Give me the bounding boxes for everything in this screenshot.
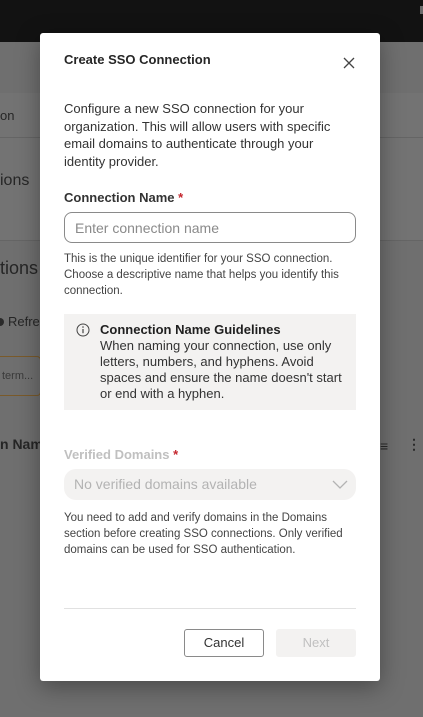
next-button[interactable]: Next <box>276 629 356 657</box>
connection-name-input[interactable] <box>64 212 356 243</box>
footer-divider <box>64 608 356 609</box>
bg-section-title: ions <box>0 172 30 189</box>
verified-domains-help: You need to add and verify domains in th… <box>64 512 343 556</box>
connection-name-label: Connection Name * <box>64 190 183 205</box>
chevron-down-icon <box>332 480 348 489</box>
dialog-title: Create SSO Connection <box>64 52 211 67</box>
dialog-description: Configure a new SSO connection for your … <box>64 101 331 169</box>
connection-name-help: This is the unique identifier for your S… <box>64 253 339 297</box>
bg-heading: tions <box>0 258 39 278</box>
connection-name-label-text: Connection Name <box>64 190 175 205</box>
create-sso-dialog: Create SSO Connection Configure a new SS… <box>40 33 380 681</box>
guidelines-body: When naming your connection, use only le… <box>100 338 342 401</box>
guidelines-title: Connection Name Guidelines <box>100 322 281 337</box>
bg-column-header: n Nam <box>0 436 43 452</box>
info-icon <box>76 323 90 337</box>
bg-nav-text: on <box>0 108 15 123</box>
verified-domains-label: Verified Domains * <box>64 447 178 462</box>
verified-domains-select[interactable]: No verified domains available <box>64 469 356 500</box>
close-button[interactable] <box>339 53 359 73</box>
cancel-button[interactable]: Cancel <box>184 629 264 657</box>
verified-domains-label-text: Verified Domains <box>64 447 170 462</box>
verified-domains-value: No verified domains available <box>74 476 257 492</box>
close-icon <box>343 57 355 69</box>
bg-refresh-button: Refre <box>8 314 40 329</box>
required-mark: * <box>173 447 179 462</box>
filter-icon: ≡ <box>380 438 389 454</box>
bg-search-placeholder: term... <box>2 370 34 382</box>
required-mark: * <box>178 190 184 205</box>
more-icon: ⋮ <box>407 436 421 452</box>
guidelines-panel: Connection Name Guidelines When naming y… <box>64 314 356 410</box>
